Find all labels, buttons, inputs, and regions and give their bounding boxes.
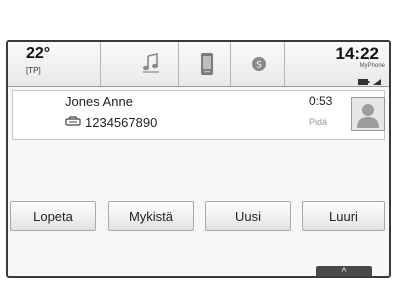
status-bar: 22° [TP] S 14:22 MyPhone	[8, 42, 389, 87]
traffic-program-indicator: [TP]	[26, 66, 41, 75]
phone-handset-icon[interactable]	[196, 52, 218, 76]
connected-phone-name: MyPhone	[359, 63, 385, 69]
caller-number: 1234567890	[85, 115, 158, 130]
mute-button[interactable]: Mykistä	[108, 201, 194, 231]
contact-avatar-icon	[351, 97, 385, 131]
active-call-row[interactable]: Jones Anne 1234567890 0:53 Pidä	[12, 90, 385, 140]
chevron-up-icon: ^	[341, 266, 347, 278]
battery-signal-icon	[357, 73, 383, 85]
infotainment-screen: 22° [TP] S 14:22 MyPhone Jones Anne 1234…	[6, 40, 391, 278]
caller-name: Jones Anne	[65, 94, 133, 109]
svg-text:S: S	[256, 61, 262, 71]
handset-button[interactable]: Luuri	[302, 201, 385, 231]
status-divider	[284, 42, 285, 86]
call-action-buttons: Lopeta Mykistä Uusi Luuri	[10, 201, 385, 231]
hold-button[interactable]: Pidä	[309, 117, 327, 127]
call-duration: 0:53	[309, 94, 333, 108]
new-call-button[interactable]: Uusi	[205, 201, 291, 231]
music-note-icon[interactable]	[140, 52, 162, 76]
car-phone-icon	[65, 115, 81, 130]
status-divider	[100, 42, 101, 86]
status-divider	[178, 42, 179, 86]
caller-number-line: 1234567890	[65, 115, 157, 130]
temperature: 22°	[26, 45, 51, 62]
end-call-button[interactable]: Lopeta	[10, 201, 96, 231]
navigation-icon[interactable]: S	[248, 52, 270, 76]
expand-handle[interactable]: ^	[316, 266, 372, 278]
clock: 14:22	[335, 44, 379, 63]
status-divider	[230, 42, 231, 86]
